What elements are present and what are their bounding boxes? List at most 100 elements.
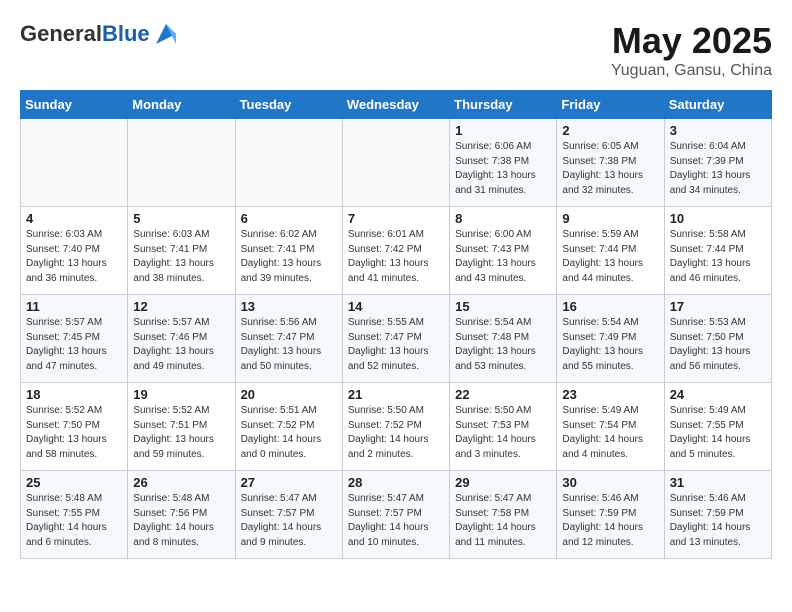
empty-day-cell [342,119,449,207]
day-number: 17 [670,299,766,314]
weekday-header-thursday: Thursday [450,91,557,119]
day-number: 21 [348,387,444,402]
weekday-header-tuesday: Tuesday [235,91,342,119]
day-info: Sunrise: 6:01 AM Sunset: 7:42 PM Dayligh… [348,228,444,286]
calendar-day-19: 19 Sunrise: 5:52 AM Sunset: 7:51 PM Dayli… [128,383,235,471]
weekday-header-row: SundayMondayTuesdayWednesdayThursdayFrid… [21,91,772,119]
calendar-day-6: 6 Sunrise: 6:02 AM Sunset: 7:41 PM Daylig… [235,207,342,295]
day-number: 20 [241,387,337,402]
day-info: Sunrise: 5:52 AM Sunset: 7:51 PM Dayligh… [133,404,229,462]
calendar-day-30: 30 Sunrise: 5:46 AM Sunset: 7:59 PM Dayli… [557,471,664,559]
day-number: 14 [348,299,444,314]
day-number: 8 [455,211,551,226]
day-number: 11 [26,299,122,314]
calendar-day-11: 11 Sunrise: 5:57 AM Sunset: 7:45 PM Dayli… [21,295,128,383]
calendar-day-23: 23Sunrise: 5:49 AM Sunset: 7:54 PM Dayli… [557,383,664,471]
weekday-header-monday: Monday [128,91,235,119]
calendar-day-7: 7 Sunrise: 6:01 AM Sunset: 7:42 PM Daylig… [342,207,449,295]
day-info: Sunrise: 5:49 AM Sunset: 7:55 PM Dayligh… [670,404,766,462]
logo-blue-text: Blue [102,21,150,46]
day-number: 2 [562,123,658,138]
day-number: 9 [562,211,658,226]
day-number: 28 [348,475,444,490]
calendar-day-25: 25 Sunrise: 5:48 AM Sunset: 7:55 PM Dayli… [21,471,128,559]
day-number: 3 [670,123,766,138]
calendar-day-24: 24 Sunrise: 5:49 AM Sunset: 7:55 PM Dayli… [664,383,771,471]
day-number: 6 [241,211,337,226]
calendar-day-5: 5 Sunrise: 6:03 AM Sunset: 7:41 PM Daylig… [128,207,235,295]
day-number: 10 [670,211,766,226]
day-number: 7 [348,211,444,226]
day-info: Sunrise: 5:47 AM Sunset: 7:57 PM Dayligh… [241,492,337,550]
calendar-day-14: 14 Sunrise: 5:55 AM Sunset: 7:47 PM Dayli… [342,295,449,383]
month-title: May 2025 [611,20,772,62]
day-number: 30 [562,475,658,490]
calendar-table: SundayMondayTuesdayWednesdayThursdayFrid… [20,90,772,559]
calendar-day-22: 22 Sunrise: 5:50 AM Sunset: 7:53 PM Dayli… [450,383,557,471]
weekday-header-wednesday: Wednesday [342,91,449,119]
day-info: Sunrise: 5:56 AM Sunset: 7:47 PM Dayligh… [241,316,337,374]
day-number: 31 [670,475,766,490]
day-info: Sunrise: 6:03 AM Sunset: 7:41 PM Dayligh… [133,228,229,286]
day-info: Sunrise: 5:50 AM Sunset: 7:52 PM Dayligh… [348,404,444,462]
calendar-day-2: 2Sunrise: 6:05 AM Sunset: 7:38 PM Daylig… [557,119,664,207]
page-header: GeneralBlue May 2025 Yuguan, Gansu, Chin… [20,20,772,80]
logo-general-text: General [20,21,102,46]
day-info: Sunrise: 5:55 AM Sunset: 7:47 PM Dayligh… [348,316,444,374]
day-number: 22 [455,387,551,402]
day-info: Sunrise: 5:46 AM Sunset: 7:59 PM Dayligh… [670,492,766,550]
calendar-day-12: 12 Sunrise: 5:57 AM Sunset: 7:46 PM Dayli… [128,295,235,383]
calendar-day-16: 16 Sunrise: 5:54 AM Sunset: 7:49 PM Dayli… [557,295,664,383]
day-number: 16 [562,299,658,314]
logo: GeneralBlue [20,20,180,48]
empty-day-cell [21,119,128,207]
day-info: Sunrise: 5:59 AM Sunset: 7:44 PM Dayligh… [562,228,658,286]
day-info: Sunrise: 5:48 AM Sunset: 7:56 PM Dayligh… [133,492,229,550]
weekday-header-sunday: Sunday [21,91,128,119]
day-number: 23 [562,387,658,402]
day-number: 15 [455,299,551,314]
calendar-week-row: 1Sunrise: 6:06 AM Sunset: 7:38 PM Daylig… [21,119,772,207]
day-number: 12 [133,299,229,314]
calendar-week-row: 18Sunrise: 5:52 AM Sunset: 7:50 PM Dayli… [21,383,772,471]
calendar-day-9: 9 Sunrise: 5:59 AM Sunset: 7:44 PM Daylig… [557,207,664,295]
day-info: Sunrise: 5:50 AM Sunset: 7:53 PM Dayligh… [455,404,551,462]
day-number: 29 [455,475,551,490]
day-number: 1 [455,123,551,138]
day-info: Sunrise: 5:52 AM Sunset: 7:50 PM Dayligh… [26,404,122,462]
day-info: Sunrise: 5:57 AM Sunset: 7:46 PM Dayligh… [133,316,229,374]
calendar-day-28: 28Sunrise: 5:47 AM Sunset: 7:57 PM Dayli… [342,471,449,559]
day-number: 24 [670,387,766,402]
calendar-day-15: 15 Sunrise: 5:54 AM Sunset: 7:48 PM Dayli… [450,295,557,383]
day-info: Sunrise: 5:46 AM Sunset: 7:59 PM Dayligh… [562,492,658,550]
day-number: 19 [133,387,229,402]
day-number: 27 [241,475,337,490]
calendar-day-21: 21 Sunrise: 5:50 AM Sunset: 7:52 PM Dayli… [342,383,449,471]
day-info: Sunrise: 5:57 AM Sunset: 7:45 PM Dayligh… [26,316,122,374]
calendar-day-8: 8 Sunrise: 6:00 AM Sunset: 7:43 PM Daylig… [450,207,557,295]
calendar-week-row: 4 Sunrise: 6:03 AM Sunset: 7:40 PM Daylig… [21,207,772,295]
day-info: Sunrise: 5:48 AM Sunset: 7:55 PM Dayligh… [26,492,122,550]
day-info: Sunrise: 5:54 AM Sunset: 7:49 PM Dayligh… [562,316,658,374]
logo-icon [152,20,180,48]
day-info: Sunrise: 6:03 AM Sunset: 7:40 PM Dayligh… [26,228,122,286]
title-block: May 2025 Yuguan, Gansu, China [611,20,772,80]
day-info: Sunrise: 5:51 AM Sunset: 7:52 PM Dayligh… [241,404,337,462]
day-number: 4 [26,211,122,226]
calendar-day-26: 26Sunrise: 5:48 AM Sunset: 7:56 PM Dayli… [128,471,235,559]
calendar-day-29: 29Sunrise: 5:47 AM Sunset: 7:58 PM Dayli… [450,471,557,559]
calendar-day-31: 31 Sunrise: 5:46 AM Sunset: 7:59 PM Dayli… [664,471,771,559]
calendar-day-4: 4 Sunrise: 6:03 AM Sunset: 7:40 PM Daylig… [21,207,128,295]
calendar-day-1: 1Sunrise: 6:06 AM Sunset: 7:38 PM Daylig… [450,119,557,207]
day-info: Sunrise: 6:02 AM Sunset: 7:41 PM Dayligh… [241,228,337,286]
day-number: 25 [26,475,122,490]
day-info: Sunrise: 6:04 AM Sunset: 7:39 PM Dayligh… [670,140,766,198]
location-subtitle: Yuguan, Gansu, China [611,62,772,80]
day-info: Sunrise: 6:00 AM Sunset: 7:43 PM Dayligh… [455,228,551,286]
calendar-day-17: 17 Sunrise: 5:53 AM Sunset: 7:50 PM Dayli… [664,295,771,383]
day-number: 5 [133,211,229,226]
day-info: Sunrise: 5:53 AM Sunset: 7:50 PM Dayligh… [670,316,766,374]
weekday-header-friday: Friday [557,91,664,119]
day-info: Sunrise: 5:54 AM Sunset: 7:48 PM Dayligh… [455,316,551,374]
calendar-day-20: 20 Sunrise: 5:51 AM Sunset: 7:52 PM Dayli… [235,383,342,471]
